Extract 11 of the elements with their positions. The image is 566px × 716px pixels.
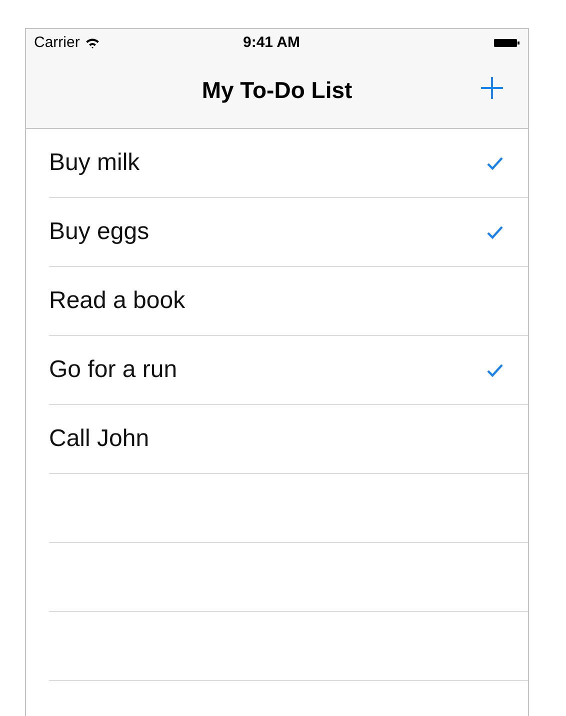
battery-icon: [494, 38, 520, 48]
clock-time: 9:41 AM: [243, 34, 300, 51]
todo-item[interactable]: Call John: [49, 405, 528, 474]
todo-item[interactable]: Go for a run: [49, 336, 528, 405]
add-icon[interactable]: [480, 76, 504, 100]
todo-item[interactable]: Buy milk: [49, 129, 528, 198]
todo-item[interactable]: Read a book: [49, 267, 528, 336]
carrier-label: Carrier: [34, 34, 80, 51]
wifi-icon: [84, 36, 100, 48]
nav-title: My To-Do List: [202, 76, 352, 104]
todo-item[interactable]: Buy eggs: [49, 198, 528, 267]
